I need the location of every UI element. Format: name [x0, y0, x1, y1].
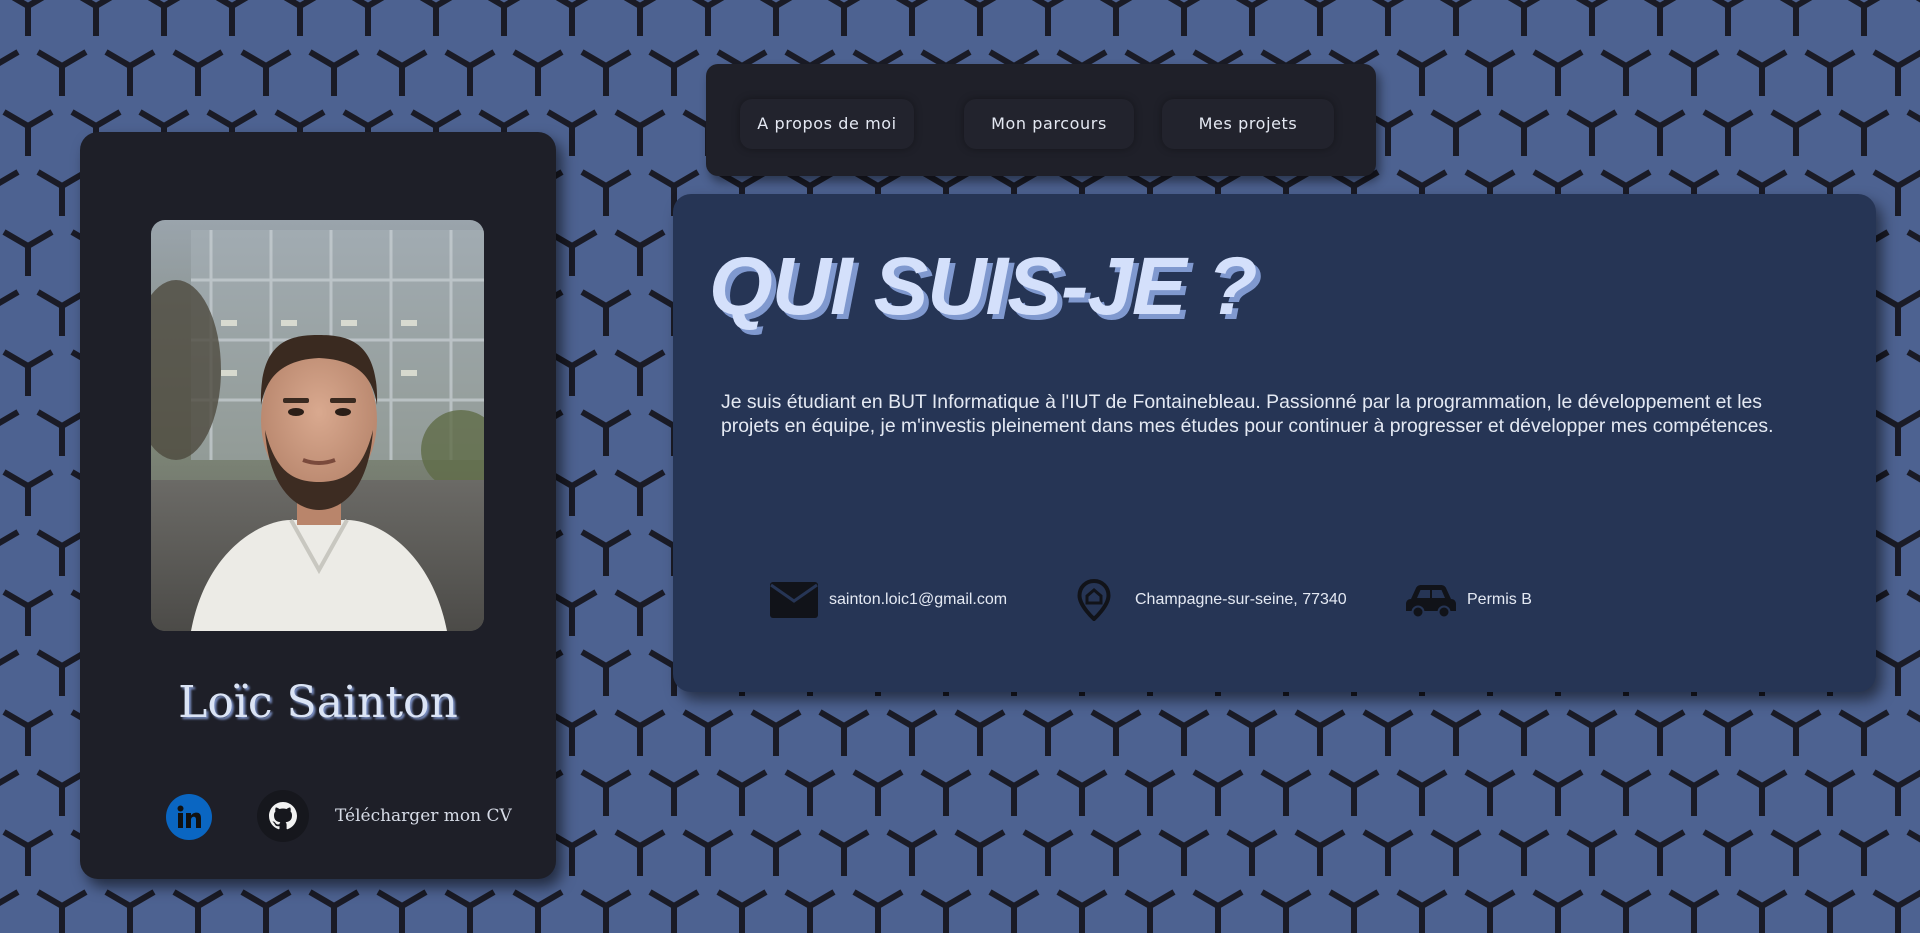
contact-location: Champagne-sur-seine, 77340 — [1077, 578, 1347, 622]
github-button[interactable] — [257, 790, 309, 842]
profile-name: Loïc Sainton — [178, 677, 458, 728]
contact-email-label: sainton.loic1@gmail.com — [829, 591, 1008, 608]
mail-icon — [769, 581, 819, 619]
linkedin-icon — [177, 805, 201, 828]
nav-parcours-button[interactable]: Mon parcours — [964, 99, 1134, 149]
contact-location-label: Champagne-sur-seine, 77340 — [1135, 591, 1347, 608]
profile-photo — [151, 220, 484, 631]
location-pin-icon — [1077, 579, 1111, 621]
about-panel: QUI SUIS-JE ? Je suis étudiant en BUT In… — [673, 194, 1876, 692]
linkedin-button[interactable] — [166, 794, 212, 840]
main-nav: A propos de moi Mon parcours Mes projets — [706, 64, 1376, 176]
about-title: QUI SUIS-JE ? — [709, 241, 1257, 332]
social-links: Télécharger mon CV — [80, 786, 556, 842]
nav-about-button[interactable]: A propos de moi — [740, 99, 914, 149]
contact-license: Permis B — [1405, 578, 1532, 622]
contact-email: sainton.loic1@gmail.com — [769, 578, 1007, 622]
download-cv-link[interactable]: Télécharger mon CV — [335, 806, 512, 826]
contact-license-label: Permis B — [1467, 591, 1532, 608]
profile-card: Loïc Sainton Télécharger mon CV — [80, 132, 556, 879]
about-description: Je suis étudiant en BUT Informatique à l… — [721, 391, 1774, 437]
nav-projects-button[interactable]: Mes projets — [1162, 99, 1334, 149]
github-icon — [269, 802, 297, 830]
car-icon — [1405, 581, 1457, 619]
